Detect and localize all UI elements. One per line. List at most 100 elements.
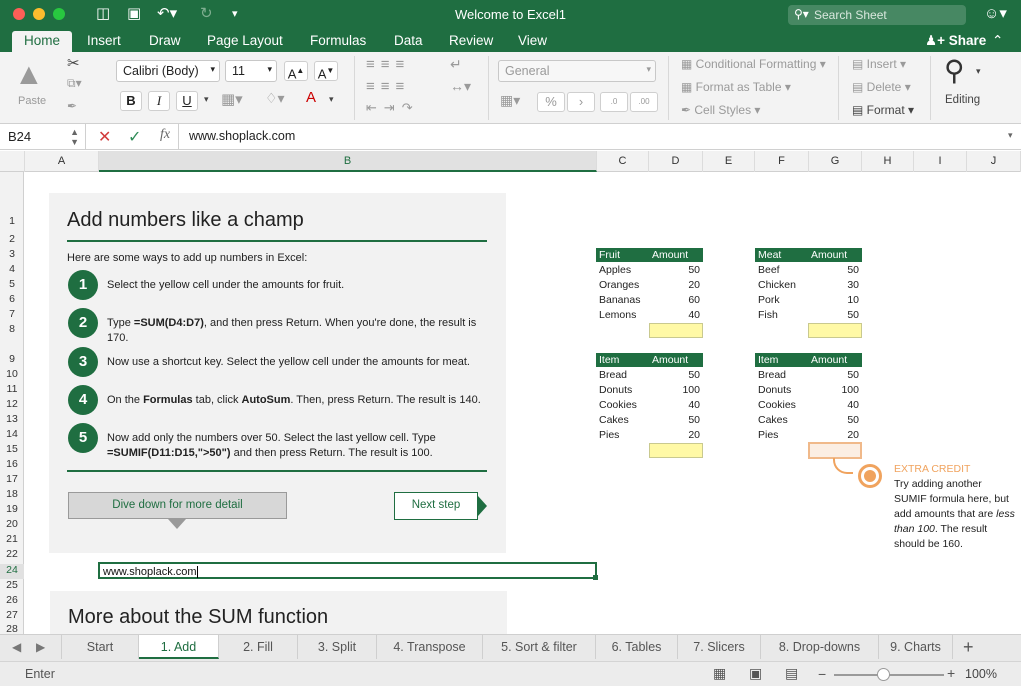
dive-down-button[interactable]: Dive down for more detail [68, 492, 287, 519]
scroll-left-icon[interactable]: ◀ [12, 640, 21, 654]
table-row[interactable]: Cakes 50 [755, 413, 862, 428]
yellow-sum-cell[interactable] [808, 323, 862, 338]
column-header-a[interactable]: A [25, 151, 99, 172]
table-row[interactable]: Bananas 60 [596, 293, 703, 308]
row-header[interactable]: 2 [0, 233, 24, 245]
format-cells-button[interactable]: ▤ Format ▾ [852, 103, 914, 117]
column-header-i[interactable]: I [914, 151, 967, 172]
expand-formula-icon[interactable]: ▾ [1008, 130, 1013, 141]
column-header-b[interactable]: B [99, 151, 597, 172]
row-header[interactable]: 15 [0, 443, 24, 455]
table-row[interactable]: Pork 10 [755, 293, 862, 308]
wrap-text-icon[interactable]: ↵ [450, 56, 462, 73]
column-header-d[interactable]: D [649, 151, 703, 172]
row-header[interactable]: 13 [0, 413, 24, 425]
row-header[interactable]: 9 [0, 353, 24, 365]
format-as-table-button[interactable]: ▦ Format as Table ▾ [681, 80, 791, 94]
table-row[interactable]: Bread 50 [755, 368, 862, 383]
column-header-f[interactable]: F [755, 151, 809, 172]
table-row[interactable]: Beef 50 [755, 263, 862, 278]
tab-home[interactable]: Home [12, 31, 73, 52]
zoom-out-icon[interactable]: − [818, 666, 826, 682]
row-header[interactable]: 14 [0, 428, 24, 440]
table-row[interactable]: Cookies 40 [755, 398, 862, 413]
row-header[interactable]: 7 [0, 308, 24, 320]
number-format-select[interactable]: General ▾ [498, 60, 656, 82]
page-layout-view-icon[interactable]: ▣ [749, 665, 762, 682]
table-row[interactable]: Apples 50 [596, 263, 703, 278]
comma-style-button[interactable]: › [567, 92, 595, 112]
sheet-tab-tables[interactable]: 6. Tables [596, 635, 678, 659]
tab-formulas[interactable]: Formulas [310, 31, 366, 52]
row-header[interactable]: 5 [0, 278, 24, 290]
sheet-tab-transpose[interactable]: 4. Transpose [377, 635, 483, 659]
sheet-tab-split[interactable]: 3. Split [298, 635, 377, 659]
row-header[interactable]: 27 [0, 609, 24, 621]
cut-icon[interactable]: ✂ [67, 54, 80, 72]
horizontal-align-icons[interactable]: ≡≡≡ [366, 78, 410, 95]
accounting-format-icon[interactable]: ▦▾ [500, 92, 520, 109]
increase-font-button[interactable]: A▲ [284, 61, 308, 81]
table-row[interactable]: Pies 20 [755, 428, 862, 443]
insert-cells-button[interactable]: ▤ Insert ▾ [852, 57, 906, 71]
table-row[interactable]: Cakes 50 [596, 413, 703, 428]
collapse-ribbon-icon[interactable]: ⌃ [992, 31, 1003, 52]
table-row[interactable]: Lemons 40 [596, 308, 703, 323]
sheet-tab-drop-downs[interactable]: 8. Drop-downs [761, 635, 879, 659]
chevron-down-icon[interactable]: ▾ [976, 66, 981, 77]
search-sheet-field[interactable]: ⚲▾ Search Sheet [788, 5, 966, 25]
row-header[interactable]: 22 [0, 548, 24, 560]
conditional-formatting-button[interactable]: ▦ Conditional Formatting ▾ [681, 57, 826, 71]
row-header[interactable]: 21 [0, 533, 24, 545]
sheet-tab-sort-filter[interactable]: 5. Sort & filter [483, 635, 596, 659]
row-header[interactable]: 19 [0, 503, 24, 515]
column-header-j[interactable]: J [967, 151, 1021, 172]
cancel-entry-icon[interactable]: ✕ [98, 127, 111, 147]
tab-data[interactable]: Data [394, 31, 423, 52]
indent-icons[interactable]: ⇤⇥↷ [366, 100, 420, 116]
format-painter-icon[interactable]: ✒ [67, 99, 77, 113]
row-header[interactable]: 25 [0, 579, 24, 591]
insert-function-icon[interactable]: fx [160, 127, 170, 143]
row-header[interactable]: 4 [0, 263, 24, 275]
select-all-corner[interactable] [0, 151, 25, 172]
row-header[interactable]: 10 [0, 368, 24, 380]
chevron-down-icon[interactable]: ▾ [204, 94, 209, 105]
vertical-align-icons[interactable]: ≡≡≡ [366, 56, 410, 73]
next-step-button[interactable]: Next step [394, 492, 478, 520]
add-sheet-icon[interactable]: + [963, 637, 974, 658]
delete-cells-button[interactable]: ▤ Delete ▾ [852, 80, 911, 94]
extra-credit-cell[interactable] [808, 442, 862, 459]
row-header[interactable]: 1 [0, 215, 24, 227]
table-row[interactable]: Bread 50 [596, 368, 703, 383]
confirm-entry-icon[interactable]: ✓ [128, 127, 141, 147]
fill-handle[interactable] [593, 575, 598, 580]
row-header[interactable]: 26 [0, 594, 24, 606]
name-box[interactable]: B24 ▲ ▼ [0, 124, 86, 149]
yellow-sum-cell[interactable] [649, 443, 703, 458]
table-row[interactable]: Pies 20 [596, 428, 703, 443]
decrease-decimal-button[interactable]: .00 [630, 92, 658, 112]
normal-view-icon[interactable]: ▦ [713, 665, 726, 682]
scroll-right-icon[interactable]: ▶ [36, 640, 45, 654]
smiley-feedback-icon[interactable]: ☺▾ [984, 6, 1007, 22]
tab-review[interactable]: Review [449, 31, 493, 52]
zoom-level[interactable]: 100% [965, 667, 997, 681]
sheet-tab-add[interactable]: 1. Add [139, 635, 219, 659]
borders-icon[interactable]: ▦▾ [221, 90, 243, 108]
table-row[interactable]: Donuts 100 [596, 383, 703, 398]
font-size-select[interactable]: 11 ▾ [225, 60, 277, 82]
zoom-in-icon[interactable]: + [947, 665, 955, 681]
paste-label[interactable]: Paste [18, 95, 46, 107]
table-row[interactable]: Chicken 30 [755, 278, 862, 293]
table-row[interactable]: Fish 50 [755, 308, 862, 323]
row-header[interactable]: 8 [0, 323, 24, 335]
increase-decimal-button[interactable]: .0 [600, 92, 628, 112]
cell-styles-button[interactable]: ✒ Cell Styles ▾ [681, 103, 760, 117]
column-header-e[interactable]: E [703, 151, 755, 172]
row-header[interactable]: 16 [0, 458, 24, 470]
font-name-select[interactable]: Calibri (Body) ▾ [116, 60, 220, 82]
sheet-tab-charts[interactable]: 9. Charts [879, 635, 953, 659]
share-button[interactable]: ♟+ Share [925, 31, 986, 52]
copy-icon[interactable]: ⧉▾ [67, 76, 82, 91]
